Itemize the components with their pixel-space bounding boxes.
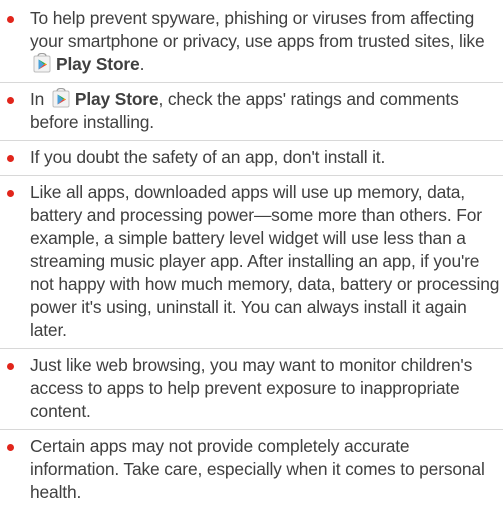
item-text: Like all apps, downloaded apps will use …	[30, 182, 500, 340]
bullet-dot	[7, 190, 14, 197]
item-text-before: To help prevent spyware, phishing or vir…	[30, 8, 485, 51]
bullet-dot	[7, 155, 14, 162]
bullet-dot	[7, 363, 14, 370]
item-text-after: .	[139, 54, 145, 74]
item-text: If you doubt the safety of an app, don't…	[30, 147, 386, 167]
tips-list: To help prevent spyware, phishing or vir…	[0, 0, 503, 510]
bullet-dot	[7, 97, 14, 104]
bullet-dot	[7, 16, 14, 23]
item-text-before: In	[30, 89, 49, 109]
list-item: Like all apps, downloaded apps will use …	[0, 176, 503, 349]
bullet-dot	[7, 444, 14, 451]
list-item: In Play Store, check the apps' ratings a…	[0, 83, 503, 141]
play-store-link[interactable]: Play Store	[75, 89, 159, 109]
item-text: Just like web browsing, you may want to …	[30, 355, 473, 421]
play-store-icon	[51, 88, 71, 108]
list-item: Just like web browsing, you may want to …	[0, 349, 503, 430]
play-store-link[interactable]: Play Store	[56, 54, 140, 74]
list-item: Certain apps may not provide completely …	[0, 430, 503, 510]
list-item: To help prevent spyware, phishing or vir…	[0, 2, 503, 83]
play-store-icon	[32, 53, 52, 73]
list-item: If you doubt the safety of an app, don't…	[0, 141, 503, 176]
item-text: Certain apps may not provide completely …	[30, 436, 485, 502]
